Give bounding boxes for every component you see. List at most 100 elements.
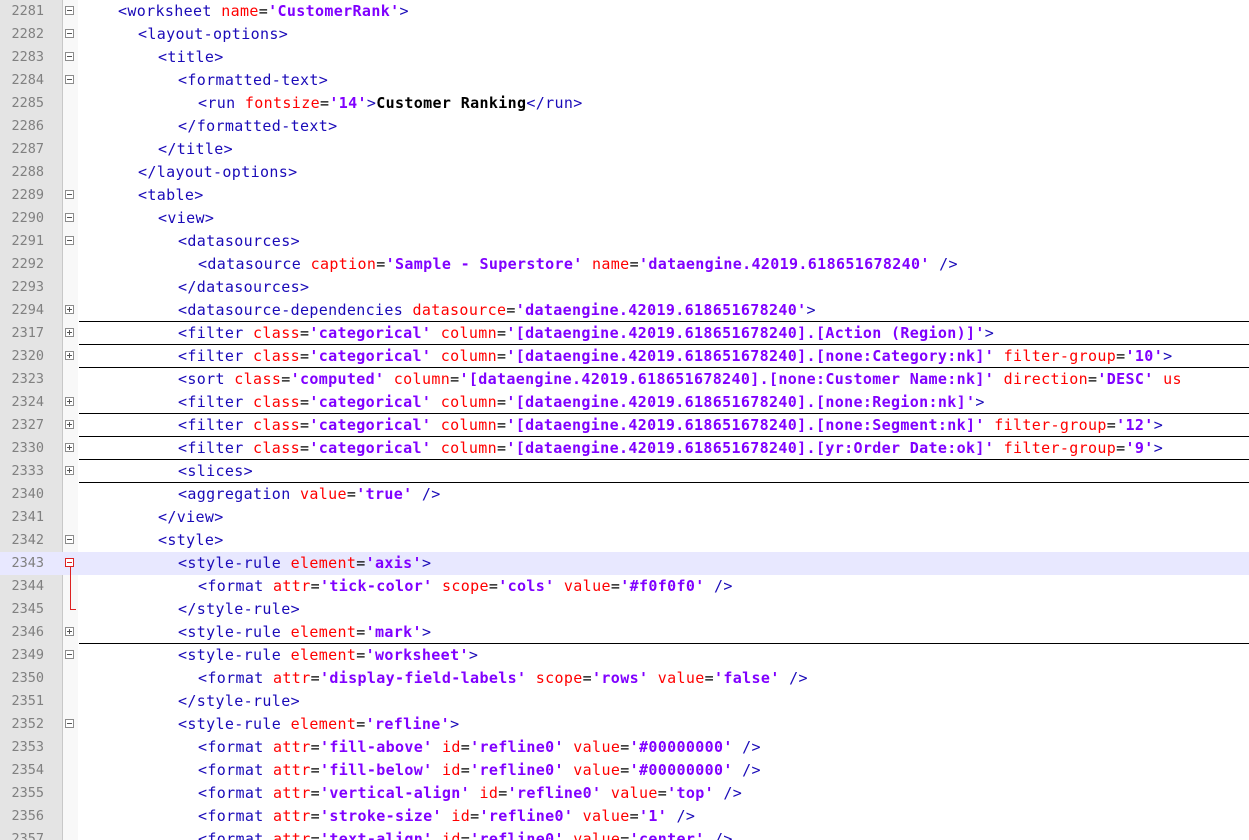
code-line[interactable]: 2355 <format attr='vertical-align' id='re… [0,782,1249,805]
code-line[interactable]: 2352 <style-rule element='refline'> [0,713,1249,736]
expand-fold-icon[interactable] [65,305,74,314]
code-line[interactable]: 2282 <layout-options> [0,23,1249,46]
code-line[interactable]: 2289 <table> [0,184,1249,207]
code-text[interactable]: <filter class='categorical' column='[dat… [178,437,1163,460]
expand-fold-icon[interactable] [65,443,74,452]
code-text[interactable]: <run fontsize='14'>Customer Ranking</run… [198,92,583,115]
code-line[interactable]: 2356 <format attr='stroke-size' id='refli… [0,805,1249,828]
code-text[interactable]: </formatted-text> [178,115,337,138]
code-line[interactable]: 2320 <filter class='categorical' column='… [0,345,1249,368]
code-line[interactable]: 2285 <run fontsize='14'>Customer Ranking<… [0,92,1249,115]
code-line[interactable]: 2287 </title> [0,138,1249,161]
expand-fold-icon[interactable] [65,397,74,406]
collapse-fold-icon[interactable] [65,213,74,222]
code-line[interactable]: 2283 <title> [0,46,1249,69]
code-text[interactable]: <layout-options> [138,23,288,46]
code-text[interactable]: <datasource-dependencies datasource='dat… [178,299,816,322]
code-text[interactable]: <format attr='vertical-align' id='reflin… [198,782,742,805]
code-line[interactable]: 2327 <filter class='categorical' column='… [0,414,1249,437]
code-text[interactable]: <format attr='fill-below' id='refline0' … [198,759,761,782]
code-line[interactable]: 2350 <format attr='display-field-labels' … [0,667,1249,690]
code-line[interactable]: 2357 <format attr='text-align' id='reflin… [0,828,1249,840]
code-text[interactable]: <style-rule element='mark'> [178,621,431,644]
collapse-fold-icon[interactable] [65,29,74,38]
code-text[interactable]: <format attr='text-align' id='refline0' … [198,828,733,840]
code-text[interactable]: <style-rule element='axis'> [178,552,431,575]
code-text[interactable]: <sort class='computed' column='[dataengi… [178,368,1182,391]
attribute-value: 'refline' [365,715,451,733]
code-text[interactable]: <filter class='categorical' column='[dat… [178,414,1163,437]
code-text[interactable]: <format attr='fill-above' id='refline0' … [198,736,761,759]
code-line[interactable]: 2349 <style-rule element='worksheet'> [0,644,1249,667]
code-line[interactable]: 2330 <filter class='categorical' column='… [0,437,1249,460]
code-text[interactable]: <view> [158,207,214,230]
collapse-fold-icon[interactable] [65,535,74,544]
code-text[interactable]: </style-rule> [178,598,300,621]
code-text[interactable]: <aggregation value='true' /> [178,483,441,506]
code-line[interactable]: 2294 <datasource-dependencies datasource=… [0,299,1249,322]
code-editor[interactable]: 2281 <worksheet name='CustomerRank'> 2282 <… [0,0,1249,840]
code-line[interactable]: 2286 </formatted-text> [0,115,1249,138]
code-text[interactable]: <datasource caption='Sample - Superstore… [198,253,958,276]
collapse-fold-icon[interactable] [65,75,74,84]
code-line[interactable]: 2346 <style-rule element='mark'> [0,621,1249,644]
line-number: 2333 [11,463,44,479]
expand-fold-icon[interactable] [65,420,74,429]
code-line[interactable]: 2343 <style-rule element='axis'> [0,552,1249,575]
code-text[interactable]: <worksheet name='CustomerRank'> [118,0,409,23]
collapse-fold-icon[interactable] [65,558,74,567]
code-text[interactable]: <style-rule element='worksheet'> [178,644,478,667]
collapse-fold-icon[interactable] [65,190,74,199]
code-text[interactable]: </datasources> [178,276,309,299]
code-line[interactable]: 2288 </layout-options> [0,161,1249,184]
code-text[interactable]: <format attr='stroke-size' id='refline0'… [198,805,695,828]
expand-fold-icon[interactable] [65,466,74,475]
xml-tag-token: <datasource [198,255,311,273]
code-text[interactable]: <filter class='categorical' column='[dat… [178,391,985,414]
attribute-name: scope [441,577,489,595]
code-text[interactable]: </title> [158,138,233,161]
code-line[interactable]: 2341 </view> [0,506,1249,529]
code-line[interactable]: 2284 <formatted-text> [0,69,1249,92]
code-line[interactable]: 2293 </datasources> [0,276,1249,299]
collapse-fold-icon[interactable] [65,719,74,728]
code-text[interactable]: <slices> [178,460,253,483]
expand-fold-icon[interactable] [65,351,74,360]
code-text[interactable]: <filter class='categorical' column='[dat… [178,345,1172,368]
code-text[interactable]: <format attr='display-field-labels' scop… [198,667,808,690]
code-line[interactable]: 2340 <aggregation value='true' /> [0,483,1249,506]
code-line[interactable]: 2317 <filter class='categorical' column='… [0,322,1249,345]
code-text[interactable]: <style-rule element='refline'> [178,713,459,736]
code-text[interactable]: </style-rule> [178,690,300,713]
collapse-fold-icon[interactable] [65,6,74,15]
code-line[interactable]: 2342 <style> [0,529,1249,552]
code-text[interactable]: <format attr='tick-color' scope='cols' v… [198,575,733,598]
collapse-fold-icon[interactable] [65,650,74,659]
code-line[interactable]: 2324 <filter class='categorical' column='… [0,391,1249,414]
code-text[interactable]: <style> [158,529,224,552]
collapse-fold-icon[interactable] [65,236,74,245]
code-line[interactable]: 2291 <datasources> [0,230,1249,253]
attribute-value: '12' [1116,416,1154,434]
code-text[interactable]: </view> [158,506,224,529]
code-line[interactable]: 2281 <worksheet name='CustomerRank'> [0,0,1249,23]
collapse-fold-icon[interactable] [65,52,74,61]
code-text[interactable]: <datasources> [178,230,300,253]
code-line[interactable]: 2354 <format attr='fill-below' id='reflin… [0,759,1249,782]
attribute-value: '#f0f0f0' [620,577,705,595]
expand-fold-icon[interactable] [65,328,74,337]
code-text[interactable]: <formatted-text> [178,69,328,92]
code-text[interactable]: </layout-options> [138,161,297,184]
code-line[interactable]: 2353 <format attr='fill-above' id='reflin… [0,736,1249,759]
code-line[interactable]: 2333 <slices> [0,460,1249,483]
code-line[interactable]: 2290 <view> [0,207,1249,230]
code-text[interactable]: <filter class='categorical' column='[dat… [178,322,994,345]
code-line[interactable]: 2351 </style-rule> [0,690,1249,713]
code-line[interactable]: 2323 <sort class='computed' column='[data… [0,368,1249,391]
code-text[interactable]: <title> [158,46,224,69]
code-text[interactable]: <table> [138,184,204,207]
code-line[interactable]: 2344 <format attr='tick-color' scope='col… [0,575,1249,598]
expand-fold-icon[interactable] [65,627,74,636]
code-line[interactable]: 2345 </style-rule> [0,598,1249,621]
code-line[interactable]: 2292 <datasource caption='Sample - Supers… [0,253,1249,276]
